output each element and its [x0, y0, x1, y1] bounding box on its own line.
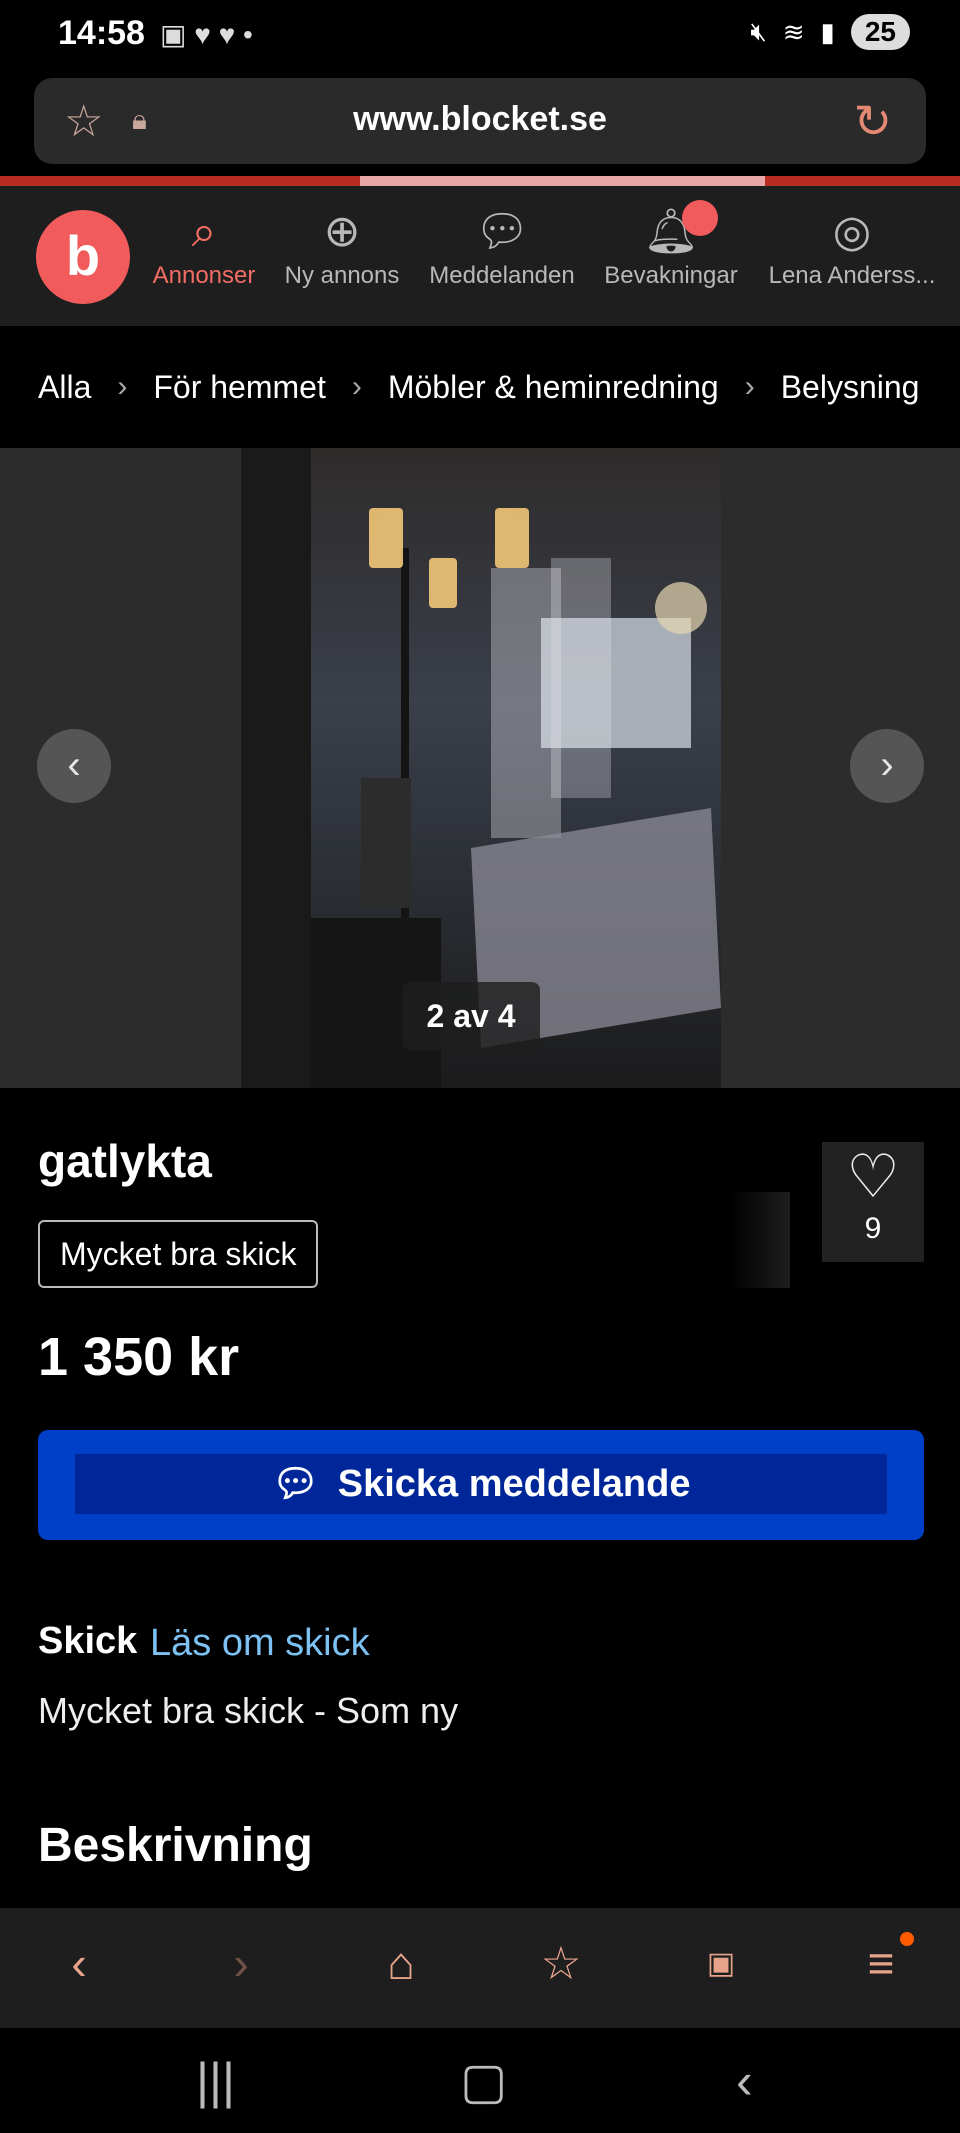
nav-profile[interactable]: ◎ Lena Anderss... — [760, 202, 944, 290]
status-bar: 14:58 ▣ ♥ ♥ • 🔇︎ ≋ ▮ 25 — [0, 0, 960, 70]
url-text[interactable]: www.blocket.se — [34, 100, 926, 139]
plus-circle-icon: ⊕ — [323, 207, 361, 256]
status-right: 🔇︎ ≋ ▮ 25 — [750, 14, 910, 50]
condition-value: Mycket bra skick - Som ny — [38, 1690, 459, 1731]
chat-icon: 💬︎ — [474, 207, 530, 256]
nav-profile-label: Lena Anderss... — [768, 262, 936, 289]
nav-bevakningar[interactable]: 🔔︎ Bevakningar — [600, 202, 742, 290]
battery-indicator: 25 — [850, 14, 910, 50]
share-shadow — [730, 1192, 790, 1288]
search-icon: ⌕ — [191, 207, 217, 256]
home-button-icon[interactable]: ▢ — [460, 2052, 507, 2110]
breadcrumb-belysning[interactable]: Belysning — [781, 369, 920, 406]
heart-icon: ♡ — [846, 1143, 900, 1210]
chevron-right-icon: › — [117, 370, 128, 403]
notification-icons: ▣ ♥ ♥ • — [160, 19, 253, 50]
nav-meddelanden[interactable]: 💬︎ Meddelanden — [424, 202, 580, 290]
browser-bottom-bar: ‹ › ⌂ ☆ ▣ ≡ — [0, 1908, 960, 2028]
page-load-progress — [0, 176, 960, 186]
address-bar[interactable]: ☆ 🔒︎ www.blocket.se ↻ — [34, 78, 926, 164]
back-icon[interactable]: ‹ — [44, 1936, 114, 1990]
breadcrumb-mobler[interactable]: Möbler & heminredning — [388, 369, 719, 406]
nav-ny-annons-label: Ny annons — [284, 262, 400, 289]
wifi-icon: ≋ — [782, 16, 805, 47]
reload-icon[interactable]: ↻ — [853, 94, 892, 148]
bookmarks-icon[interactable]: ☆ — [526, 1936, 596, 1990]
forward-icon[interactable]: › — [206, 1936, 276, 1990]
system-back-icon[interactable]: ‹ — [736, 2052, 753, 2110]
send-message-label: Skicka meddelande — [337, 1462, 691, 1505]
nav-ny-annons[interactable]: ⊕ Ny annons — [280, 202, 404, 290]
read-about-condition-link[interactable]: Läs om skick — [150, 1622, 370, 1665]
nav-bevakningar-label: Bevakningar — [604, 262, 738, 289]
breadcrumb: Alla › För hemmet › Möbler & heminrednin… — [0, 326, 960, 448]
nav-meddelanden-label: Meddelanden — [429, 262, 575, 289]
condition-heading: Skick — [38, 1620, 138, 1662]
favorite-count: 9 — [864, 1212, 882, 1245]
image-counter: 2 av 4 — [402, 982, 540, 1050]
send-message-button[interactable]: 💬︎ Skicka meddelande — [38, 1430, 924, 1540]
listing-price: 1 350 kr — [38, 1327, 240, 1387]
prev-image-button[interactable]: ‹ — [37, 729, 111, 803]
user-icon: ◎ — [832, 207, 872, 256]
image-gallery: ‹ › 2 av 4 — [0, 448, 960, 1088]
favorite-button[interactable]: ♡ 9 — [822, 1142, 924, 1262]
recent-apps-icon[interactable]: ||| — [196, 2052, 235, 2110]
blocket-logo[interactable]: b — [36, 210, 130, 304]
description-heading: Beskrivning — [38, 1819, 313, 1872]
chevron-right-icon: › — [351, 370, 362, 403]
status-time: 14:58 — [58, 14, 145, 52]
site-nav: b ⌕ Annonser ⊕ Ny annons 💬︎ Meddelanden … — [0, 186, 960, 326]
home-icon[interactable]: ⌂ — [366, 1936, 436, 1990]
breadcrumb-alla[interactable]: Alla — [38, 369, 91, 406]
bell-icon: 🔔︎ — [643, 207, 699, 256]
menu-notification-dot — [900, 1932, 914, 1946]
chevron-right-icon: › — [744, 370, 755, 403]
notification-badge — [682, 200, 718, 236]
mute-icon: 🔇︎ — [750, 16, 767, 46]
next-image-button[interactable]: › — [850, 729, 924, 803]
signal-icon: ▮ — [820, 16, 835, 47]
condition-tag: Mycket bra skick — [38, 1220, 319, 1288]
system-nav-bar: ||| ▢ ‹ — [0, 2028, 960, 2133]
nav-annonser[interactable]: ⌕ Annonser — [148, 202, 260, 290]
tabs-icon[interactable]: ▣ — [686, 1946, 756, 1981]
breadcrumb-for-hemmet[interactable]: För hemmet — [153, 369, 325, 406]
listing-title: gatlykta — [38, 1135, 212, 1187]
chat-icon: 💬︎ — [271, 1463, 320, 1505]
nav-annonser-label: Annonser — [152, 262, 256, 289]
